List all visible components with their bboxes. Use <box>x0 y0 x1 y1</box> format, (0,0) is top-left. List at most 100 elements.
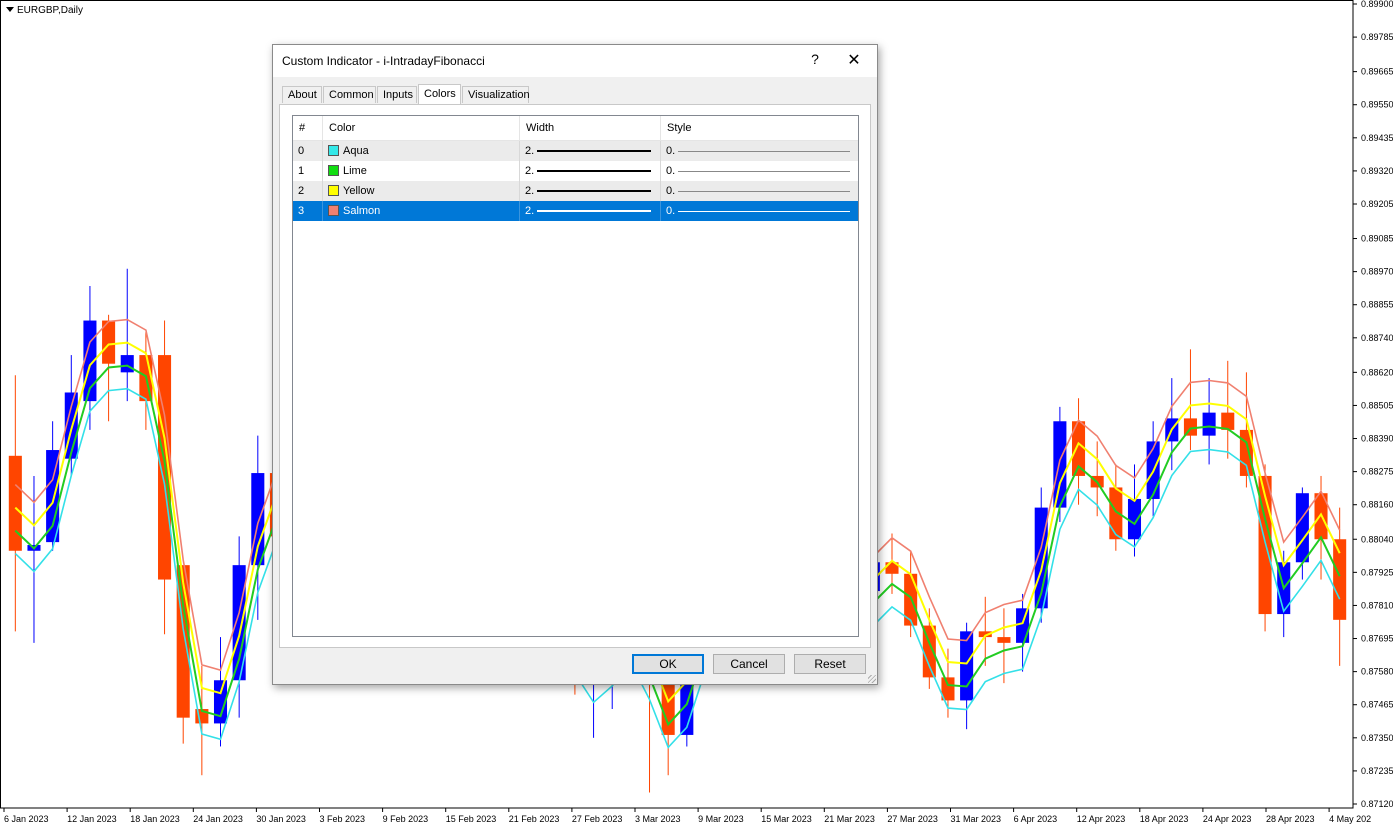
list-item[interactable]: 0 Aqua 2. 0. <box>293 141 858 161</box>
date-label: 18 Jan 2023 <box>130 814 180 824</box>
date-label: 21 Feb 2023 <box>509 814 560 824</box>
colors-panel: # Color Width Style 0 Aqua 2. 0. 1 Lime 2. 0. 2 Y… <box>279 104 871 648</box>
style-cell[interactable]: 0. <box>661 161 858 181</box>
help-icon[interactable]: ? <box>805 51 825 71</box>
color-cell[interactable]: Lime <box>323 161 520 181</box>
price-label: 0.89205 <box>1361 199 1393 209</box>
row-index: 0 <box>293 141 323 161</box>
list-item[interactable]: 2 Yellow 2. 0. <box>293 181 858 201</box>
price-label: 0.87925 <box>1361 567 1393 577</box>
date-label: 4 May 202 <box>1329 814 1371 824</box>
date-label: 12 Jan 2023 <box>67 814 117 824</box>
style-cell[interactable]: 0. <box>661 201 858 221</box>
color-swatch-icon <box>328 145 339 156</box>
line-width-icon <box>537 210 651 212</box>
style-cell[interactable]: 0. <box>661 181 858 201</box>
date-label: 18 Apr 2023 <box>1140 814 1189 824</box>
price-label: 0.88740 <box>1361 333 1393 343</box>
ok-button[interactable]: OK <box>632 654 704 674</box>
color-swatch-icon <box>328 165 339 176</box>
date-label: 3 Mar 2023 <box>635 814 681 824</box>
line-width-icon <box>537 150 651 152</box>
style-value: 0. <box>666 145 676 157</box>
date-label: 15 Mar 2023 <box>761 814 812 824</box>
width-cell[interactable]: 2. <box>520 141 661 161</box>
column-header-color[interactable]: Color <box>323 116 520 140</box>
colors-list[interactable]: # Color Width Style 0 Aqua 2. 0. 1 Lime 2. 0. 2 Y… <box>292 115 859 637</box>
price-label: 0.89900 <box>1361 0 1393 9</box>
color-name: Salmon <box>343 205 381 217</box>
candle-body <box>960 631 974 701</box>
candle-body <box>251 473 265 566</box>
color-name: Yellow <box>343 185 375 197</box>
price-label: 0.87695 <box>1361 634 1393 644</box>
price-label: 0.88970 <box>1361 267 1393 277</box>
column-header-width[interactable]: Width <box>520 116 661 140</box>
price-label: 0.87120 <box>1361 799 1393 809</box>
price-label: 0.89435 <box>1361 133 1393 143</box>
width-value: 2. <box>525 145 535 157</box>
date-label: 21 Mar 2023 <box>824 814 875 824</box>
date-label: 24 Apr 2023 <box>1203 814 1252 824</box>
column-header-style[interactable]: Style <box>661 116 858 140</box>
color-cell[interactable]: Aqua <box>323 141 520 161</box>
candle-body <box>8 455 22 551</box>
price-label: 0.88855 <box>1361 300 1393 310</box>
row-index: 1 <box>293 161 323 181</box>
price-label: 0.87810 <box>1361 600 1393 610</box>
price-label: 0.87350 <box>1361 733 1393 743</box>
row-index-text: 1 <box>298 165 305 177</box>
color-cell[interactable]: Salmon <box>323 201 520 221</box>
list-item[interactable]: 1 Lime 2. 0. <box>293 161 858 181</box>
date-label: 9 Feb 2023 <box>383 814 429 824</box>
price-label: 0.88275 <box>1361 467 1393 477</box>
row-index-text: 0 <box>298 145 305 157</box>
date-label: 30 Jan 2023 <box>256 814 306 824</box>
style-value: 0. <box>666 165 676 177</box>
style-value: 0. <box>666 205 676 217</box>
price-label: 0.87465 <box>1361 700 1393 710</box>
dropdown-triangle-icon <box>6 7 14 12</box>
price-label: 0.89550 <box>1361 100 1393 110</box>
candle-body <box>1295 493 1309 563</box>
price-label: 0.88040 <box>1361 534 1393 544</box>
style-cell[interactable]: 0. <box>661 141 858 161</box>
dialog-titlebar[interactable]: Custom Indicator - i-IntradayFibonacci ?… <box>273 45 877 77</box>
price-label: 0.89320 <box>1361 166 1393 176</box>
date-label: 6 Jan 2023 <box>4 814 49 824</box>
tab-visualization[interactable]: Visualization <box>462 86 530 103</box>
price-label: 0.89085 <box>1361 234 1393 244</box>
price-label: 0.89785 <box>1361 32 1393 42</box>
close-icon[interactable]: ✕ <box>841 50 867 72</box>
cancel-button[interactable]: Cancel <box>713 654 785 674</box>
price-label: 0.87580 <box>1361 667 1393 677</box>
style-value: 0. <box>666 185 676 197</box>
width-cell[interactable]: 2. <box>520 181 661 201</box>
tab-about[interactable]: About <box>282 86 322 103</box>
column-header-num[interactable]: # <box>293 116 323 140</box>
date-label: 27 Mar 2023 <box>887 814 938 824</box>
resize-grip-icon[interactable] <box>868 675 876 683</box>
list-item[interactable]: 3 Salmon 2. 0. <box>293 201 858 221</box>
color-cell[interactable]: Yellow <box>323 181 520 201</box>
dialog-title: Custom Indicator - i-IntradayFibonacci <box>282 54 485 68</box>
color-name: Lime <box>343 165 367 177</box>
width-cell[interactable]: 2. <box>520 201 661 221</box>
candle-body <box>1202 412 1216 436</box>
width-value: 2. <box>525 165 535 177</box>
price-label: 0.88390 <box>1361 434 1393 444</box>
tab-inputs[interactable]: Inputs <box>377 86 417 103</box>
tab-common[interactable]: Common <box>323 86 376 103</box>
symbol-label[interactable]: EURGBP,Daily <box>6 5 83 16</box>
row-index-text: 3 <box>298 205 305 217</box>
line-width-icon <box>537 190 651 192</box>
width-cell[interactable]: 2. <box>520 161 661 181</box>
date-label: 3 Feb 2023 <box>320 814 366 824</box>
price-label: 0.88160 <box>1361 500 1393 510</box>
date-label: 12 Apr 2023 <box>1077 814 1126 824</box>
row-index-text: 2 <box>298 185 305 197</box>
reset-button[interactable]: Reset <box>794 654 866 674</box>
date-label: 31 Mar 2023 <box>951 814 1002 824</box>
tab-colors[interactable]: Colors <box>418 84 461 104</box>
color-swatch-icon <box>328 185 339 196</box>
